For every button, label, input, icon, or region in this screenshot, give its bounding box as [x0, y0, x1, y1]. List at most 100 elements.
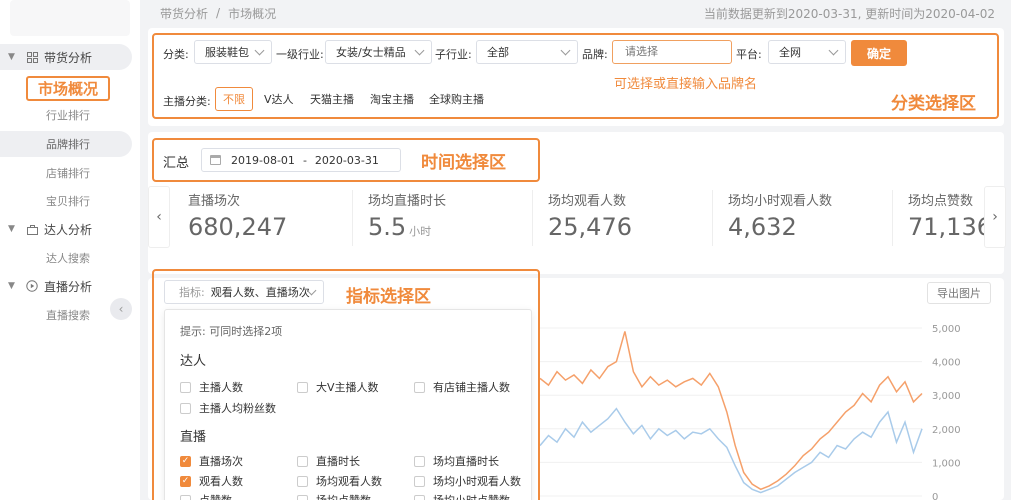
sidebar-group-influencer-analysis[interactable]: ▼ 达人分析 [0, 216, 132, 242]
checkbox-box [297, 381, 308, 393]
metric-group-influencer: 达人 [180, 354, 207, 369]
metric-checkbox[interactable]: 场均小时观看人数 [414, 473, 521, 489]
metric-checkbox[interactable]: ✓ 直播场次 [180, 453, 243, 469]
checkbox-box [180, 402, 191, 414]
metric-checkbox[interactable]: ✓ 观看人数 [180, 473, 243, 489]
check-icon: ✓ [180, 455, 191, 467]
metric-checkbox[interactable]: 主播人均粉丝数 [180, 400, 276, 416]
sidebar-item-market-overview[interactable]: 市场概况 [26, 76, 110, 101]
platform-select[interactable]: 全网 [768, 40, 846, 64]
sidebar-group-label: 达人分析 [44, 222, 93, 237]
collapse-sidebar-button[interactable]: ‹ [110, 298, 132, 320]
checkbox-box [180, 494, 191, 500]
y-tick-label: 2,000 [932, 425, 961, 436]
anchor-tab-tmall[interactable]: 天猫主播 [310, 90, 354, 108]
series-line-viewers [540, 407, 923, 494]
chevron-right-icon: › [992, 209, 998, 225]
metric-checkbox[interactable]: 场均小时点赞数 [414, 492, 510, 500]
chevron-down-icon [560, 45, 571, 56]
chevron-down-icon [254, 45, 265, 56]
metric-checkbox[interactable]: 点赞数 [180, 492, 232, 500]
category-select[interactable]: 服装鞋包 [194, 40, 272, 64]
metric-checkbox-label: 点赞数 [199, 492, 232, 500]
metric-select[interactable]: 指标: 观看人数、直播场次 [164, 280, 324, 304]
stat-value: 71,136 [908, 213, 984, 241]
date-end: 2020-03-31 [314, 153, 379, 167]
checkbox-box [297, 494, 308, 500]
sidebar-logo-area [10, 0, 130, 36]
metric-checkbox-label: 场均小时点赞数 [433, 492, 510, 500]
date-range-picker[interactable]: 2019-08-01 - 2020-03-31 [201, 148, 401, 172]
y-tick-label: 5,000 [932, 324, 961, 335]
platform-select-value: 全网 [779, 46, 801, 59]
check-icon: ✓ [180, 475, 191, 487]
sidebar-group-label: 带货分析 [44, 50, 93, 65]
metric-checkbox[interactable]: 大V主播人数 [297, 379, 379, 395]
metric-tip: 提示: 可同时选择2项 [180, 325, 283, 338]
y-tick-label: 0 [932, 492, 938, 500]
stats-prev-button[interactable]: ‹ [148, 186, 170, 248]
level1-industry-label: 一级行业: [276, 48, 324, 61]
metric-checkbox[interactable]: 场均观看人数 [297, 473, 382, 489]
metric-checkbox-label: 场均观看人数 [316, 475, 382, 488]
stat-live-sessions: 直播场次 680,247 [188, 190, 287, 250]
anchor-tab-v[interactable]: V达人 [264, 90, 294, 108]
play-icon [26, 280, 38, 292]
anchor-tab-all[interactable]: 不限 [215, 87, 253, 111]
metric-checkbox-label: 大V主播人数 [316, 381, 379, 394]
confirm-button[interactable]: 确定 [851, 40, 907, 66]
metric-checkbox-label: 直播时长 [316, 455, 360, 468]
metric-select-prefix: 指标: [179, 286, 205, 299]
anchor-tab-taobao[interactable]: 淘宝主播 [370, 90, 414, 108]
stat-value: 25,476 [548, 213, 632, 241]
sidebar-group-sales-analysis[interactable]: ▼ 带货分析 [0, 44, 132, 70]
level1-industry-select[interactable]: 女装/女士精品 [325, 40, 432, 64]
metric-checkbox[interactable]: 直播时长 [297, 453, 360, 469]
date-separator: - [302, 153, 307, 167]
stats-next-button[interactable]: › [984, 186, 1006, 248]
metric-checkbox[interactable]: 有店铺主播人数 [414, 379, 510, 395]
platform-label: 平台: [736, 48, 762, 61]
metric-checkbox[interactable]: 主播人数 [180, 379, 243, 395]
sidebar-group-live-analysis[interactable]: ▼ 直播分析 [0, 273, 132, 299]
stat-value: 5.5 [368, 213, 407, 241]
metric-checkbox[interactable]: 场均点赞数 [297, 492, 371, 500]
stat-name: 场均点赞数 [908, 194, 974, 209]
stat-avg-viewers: 场均观看人数 25,476 [548, 190, 632, 250]
metric-group-live: 直播 [180, 430, 207, 445]
series-line-sessions [540, 331, 923, 491]
expand-triangle-icon: ▼ [8, 281, 15, 291]
metric-checkbox-label: 有店铺主播人数 [433, 381, 510, 394]
time-zone-annotation: 时间选择区 [421, 153, 506, 173]
data-update-info: 当前数据更新到2020-03-31, 更新时间为2020-04-02 [703, 6, 995, 21]
sidebar-item-brand-rank[interactable]: 品牌排行 [0, 131, 132, 157]
stat-value: 680,247 [188, 213, 288, 241]
sub-industry-select[interactable]: 全部 [476, 40, 578, 64]
sub-industry-value: 全部 [487, 46, 509, 59]
chevron-left-icon: ‹ [156, 209, 162, 225]
sidebar-item-product-rank[interactable]: 宝贝排行 [0, 188, 132, 214]
category-select-value: 服装鞋包 [205, 46, 249, 59]
stat-avg-hourly-viewers: 场均小时观看人数 4,632 [728, 190, 832, 250]
sidebar-item-shop-rank[interactable]: 店铺排行 [0, 160, 132, 186]
sidebar-item-industry-rank[interactable]: 行业排行 [0, 102, 132, 128]
stat-name: 场均直播时长 [368, 194, 447, 209]
metric-checkbox[interactable]: 场均直播时长 [414, 453, 499, 469]
anchor-tab-global[interactable]: 全球购主播 [429, 90, 484, 108]
stat-divider [892, 190, 893, 246]
sidebar-item-influencer-search[interactable]: 达人搜索 [0, 245, 132, 271]
breadcrumb-current: 市场概况 [228, 6, 277, 21]
brand-label: 品牌: [582, 48, 608, 61]
chevron-left-icon: ‹ [118, 302, 124, 316]
date-start: 2019-08-01 [231, 153, 295, 167]
export-image-button[interactable]: 导出图片 [927, 282, 991, 304]
stat-avg-likes: 场均点赞数 71,136 [908, 190, 984, 250]
top-bar: 带货分析 / 市场概况 当前数据更新到2020-03-31, 更新时间为2020… [140, 0, 1011, 26]
checkbox-box [414, 475, 425, 487]
stat-value: 4,632 [728, 213, 797, 241]
breadcrumb-parent[interactable]: 带货分析 [160, 5, 208, 22]
metric-checkbox-label: 直播场次 [199, 455, 243, 468]
brand-input[interactable] [612, 40, 732, 64]
trend-chart: 0 1,000 2,000 3,000 4,000 5,000 [540, 324, 961, 500]
breadcrumb-separator: / [216, 6, 221, 20]
